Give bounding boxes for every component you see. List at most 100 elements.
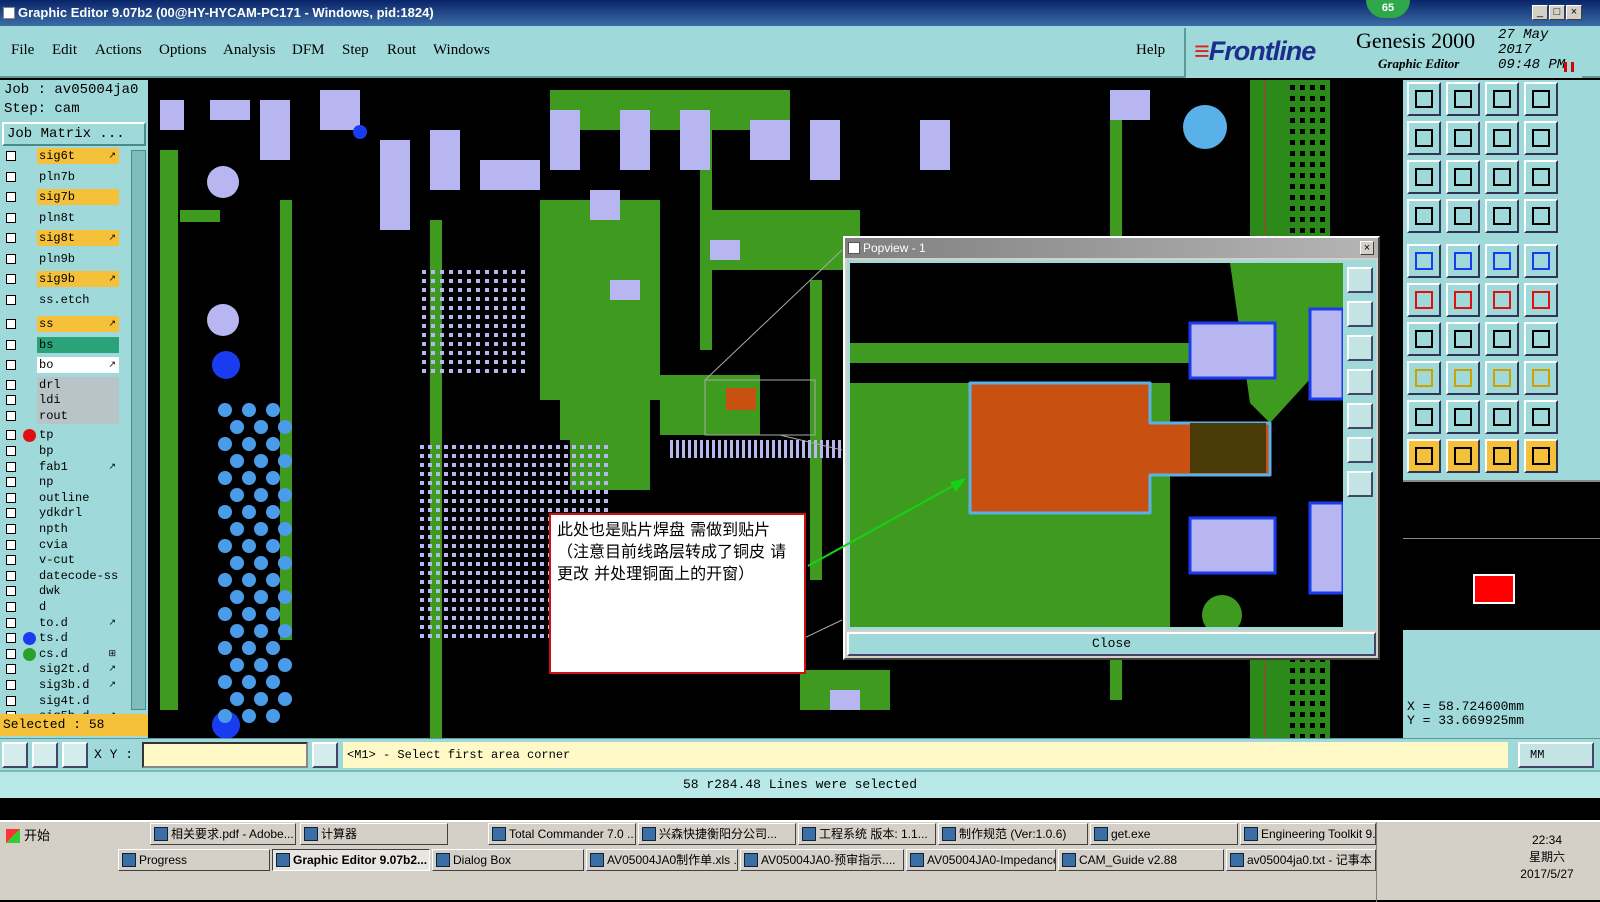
- tool-button-10[interactable]: [1446, 160, 1480, 194]
- layer-row[interactable]: bo ↗: [2, 357, 120, 373]
- tool-button-18[interactable]: [1446, 244, 1480, 278]
- taskbar-button[interactable]: 相关要求.pdf - Adobe...: [150, 823, 296, 845]
- tool-button-21[interactable]: [1407, 283, 1441, 317]
- tool-button-2[interactable]: [1446, 82, 1480, 116]
- layer-row[interactable]: np: [2, 474, 120, 491]
- layer-checkbox[interactable]: [6, 461, 16, 472]
- layer-checkbox[interactable]: [6, 319, 16, 329]
- taskbar-button[interactable]: Dialog Box: [432, 849, 584, 871]
- layer-checkbox[interactable]: [6, 617, 16, 628]
- layer-row[interactable]: sig6t ↗: [2, 148, 120, 164]
- menu-windows[interactable]: Windows: [433, 42, 490, 59]
- layer-row[interactable]: cs.d ⊞: [2, 645, 120, 662]
- tool-button-40[interactable]: [1524, 439, 1558, 473]
- layer-row[interactable]: sig7b: [2, 189, 120, 205]
- menu-edit[interactable]: Edit: [52, 42, 77, 59]
- xy-input[interactable]: [142, 742, 308, 768]
- taskbar-button[interactable]: Progress: [118, 849, 270, 871]
- menu-rout[interactable]: Rout: [387, 42, 416, 59]
- menu-step[interactable]: Step: [342, 42, 369, 59]
- layer-checkbox[interactable]: [6, 171, 16, 182]
- layer-checkbox[interactable]: [6, 586, 16, 597]
- popview-tool-2[interactable]: [1347, 301, 1373, 327]
- taskbar-button[interactable]: Engineering Toolkit 9....: [1240, 823, 1376, 845]
- layer-row[interactable]: dwk: [2, 583, 120, 600]
- layer-checkbox[interactable]: [6, 360, 16, 370]
- popview-tool-3[interactable]: [1347, 335, 1373, 361]
- layer-checkbox[interactable]: [6, 410, 16, 421]
- layer-row[interactable]: cvia: [2, 536, 120, 553]
- start-button[interactable]: 开始: [2, 825, 72, 847]
- taskbar-button[interactable]: get.exe: [1090, 823, 1238, 845]
- taskbar-button[interactable]: CAM_Guide v2.88: [1058, 849, 1224, 871]
- layer-row[interactable]: npth: [2, 521, 120, 537]
- layer-checkbox[interactable]: [6, 648, 16, 659]
- menu-file[interactable]: File: [11, 42, 34, 59]
- layer-checkbox[interactable]: [6, 253, 16, 264]
- layer-row[interactable]: fab1 ↗: [2, 458, 120, 475]
- pause-icon[interactable]: [1564, 62, 1574, 72]
- popview-tool-5[interactable]: [1347, 403, 1373, 429]
- layer-row[interactable]: pln8t: [2, 209, 120, 226]
- layer-row[interactable]: sig4t.d: [2, 692, 120, 709]
- menu-analysis[interactable]: Analysis: [223, 42, 276, 59]
- clock[interactable]: 22:34 星期六 2017/5/27: [1507, 832, 1587, 883]
- layer-list-scrollbar[interactable]: [131, 150, 146, 710]
- layer-checkbox[interactable]: [6, 339, 16, 350]
- tool-button-34[interactable]: [1446, 400, 1480, 434]
- tool-button-22[interactable]: [1446, 283, 1480, 317]
- layer-row[interactable]: rout: [2, 407, 120, 424]
- tool-button-8[interactable]: [1524, 121, 1558, 155]
- popview-tool-4[interactable]: [1347, 369, 1373, 395]
- tool-button-30[interactable]: [1446, 361, 1480, 395]
- taskbar-button[interactable]: 工程系统 版本: 1.1...: [798, 823, 936, 845]
- layer-row[interactable]: ss ↗: [2, 316, 120, 332]
- layer-row[interactable]: d: [2, 599, 120, 615]
- layer-checkbox[interactable]: [6, 477, 16, 488]
- layer-checkbox[interactable]: [6, 446, 16, 456]
- popview-tool-6[interactable]: [1347, 437, 1373, 463]
- layer-checkbox[interactable]: [6, 233, 16, 243]
- tool-button-19[interactable]: [1485, 244, 1519, 278]
- popview-close-icon[interactable]: ×: [1360, 241, 1374, 255]
- layer-row[interactable]: sig9b ↗: [2, 271, 120, 287]
- tool-button-9[interactable]: [1407, 160, 1441, 194]
- menu-actions[interactable]: Actions: [95, 42, 142, 59]
- tool-button-29[interactable]: [1407, 361, 1441, 395]
- tool-button-15[interactable]: [1485, 199, 1519, 233]
- angle-mode-button[interactable]: [32, 742, 58, 768]
- layer-checkbox[interactable]: [6, 664, 16, 675]
- layer-row[interactable]: ydkdrl: [2, 505, 120, 522]
- layer-checkbox[interactable]: [6, 430, 16, 441]
- tool-button-7[interactable]: [1485, 121, 1519, 155]
- taskbar-button[interactable]: 计算器: [300, 823, 448, 845]
- layer-checkbox[interactable]: [6, 395, 16, 406]
- tool-button-4[interactable]: [1524, 82, 1558, 116]
- tool-button-17[interactable]: [1407, 244, 1441, 278]
- tool-button-12[interactable]: [1524, 160, 1558, 194]
- layer-row[interactable]: ldi: [2, 392, 120, 409]
- layer-checkbox[interactable]: [6, 212, 16, 223]
- menu-dfm[interactable]: DFM: [292, 42, 325, 59]
- menu-options[interactable]: Options: [159, 42, 207, 59]
- taskbar-button[interactable]: AV05004JA0-预审指示....: [740, 849, 904, 871]
- layer-row[interactable]: ss.etch: [2, 291, 120, 308]
- taskbar-button[interactable]: AV05004JA0-Impedance...: [906, 849, 1056, 871]
- taskbar-button[interactable]: Graphic Editor 9.07b2...: [272, 849, 430, 871]
- taskbar-button[interactable]: 制作规范 (Ver:1.0.6): [938, 823, 1088, 845]
- units-selector[interactable]: MM: [1518, 742, 1594, 768]
- layer-checkbox[interactable]: [6, 524, 16, 534]
- menu-help[interactable]: Help: [1136, 42, 1165, 59]
- layer-checkbox[interactable]: [6, 680, 16, 690]
- tool-button-3[interactable]: [1485, 82, 1519, 116]
- layer-row[interactable]: v-cut: [2, 552, 120, 569]
- layer-checkbox[interactable]: [6, 555, 16, 566]
- layer-row[interactable]: outline: [2, 489, 120, 506]
- layer-row[interactable]: drl: [2, 376, 120, 393]
- tool-button-23[interactable]: [1485, 283, 1519, 317]
- layer-row[interactable]: bp: [2, 443, 120, 459]
- popview-close-button[interactable]: Close: [847, 632, 1376, 656]
- tool-button-36[interactable]: [1524, 400, 1558, 434]
- layer-checkbox[interactable]: [6, 602, 16, 612]
- preview-viewport[interactable]: [1473, 574, 1515, 604]
